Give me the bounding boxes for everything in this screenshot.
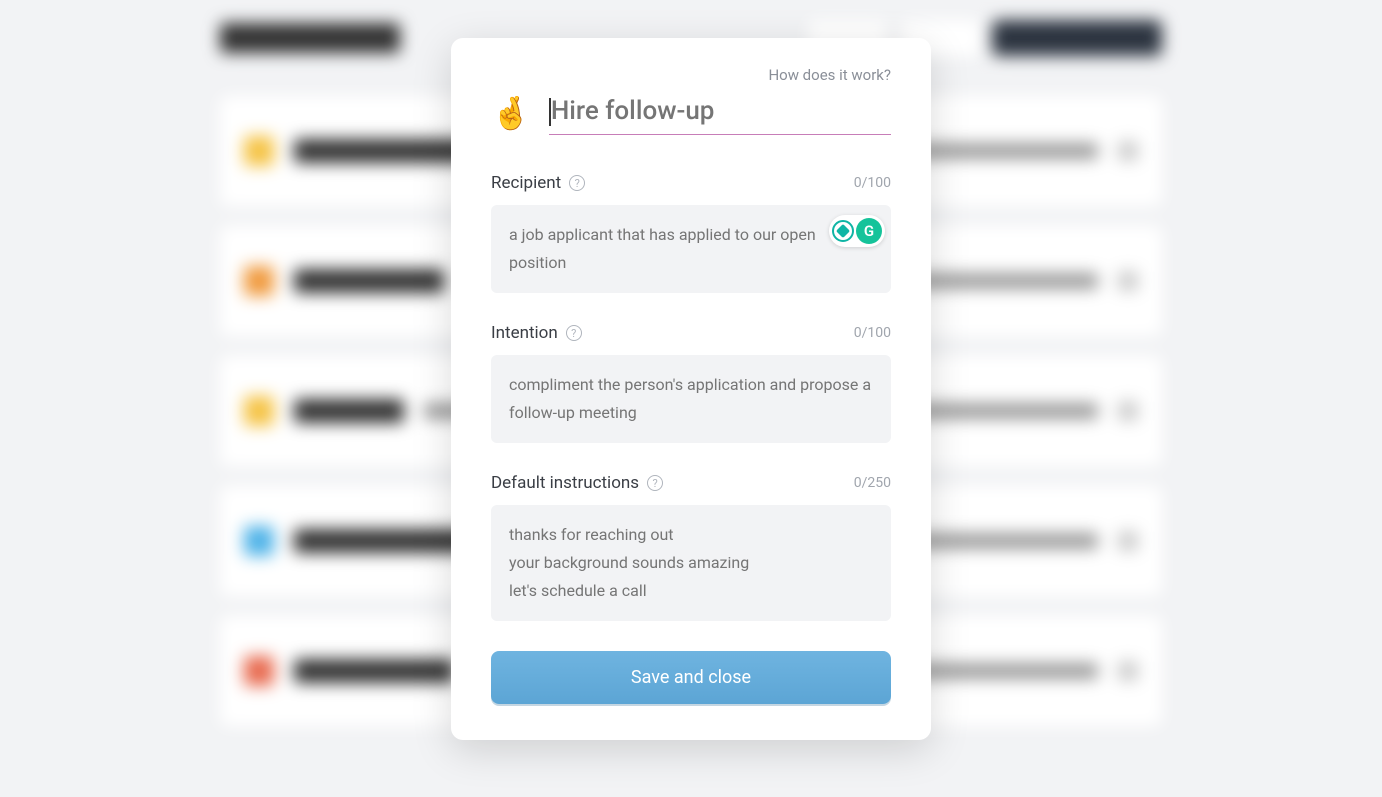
help-icon[interactable]: ? xyxy=(566,325,582,341)
instructions-char-count: 0/250 xyxy=(854,475,891,491)
recipient-label: Recipient xyxy=(491,173,561,193)
title-row: 🤞 xyxy=(491,94,891,135)
intention-char-count: 0/100 xyxy=(854,325,891,341)
instructions-label: Default instructions xyxy=(491,473,639,493)
help-icon[interactable]: ? xyxy=(647,475,663,491)
intention-label: Intention xyxy=(491,323,558,343)
grammarly-icon[interactable]: G xyxy=(856,218,882,244)
intention-input[interactable] xyxy=(491,355,891,443)
save-and-close-button[interactable]: Save and close xyxy=(491,651,891,704)
text-cursor xyxy=(549,98,551,126)
intention-field-group: Intention ? 0/100 xyxy=(491,323,891,447)
recipient-char-count: 0/100 xyxy=(854,175,891,191)
template-title-input[interactable] xyxy=(549,94,891,135)
instructions-field-group: Default instructions ? 0/250 xyxy=(491,473,891,625)
how-does-it-work-link[interactable]: How does it work? xyxy=(491,66,891,84)
instructions-input[interactable] xyxy=(491,505,891,621)
grammarly-widget[interactable]: G xyxy=(829,215,885,247)
emoji-picker[interactable]: 🤞 xyxy=(491,97,531,129)
recipient-input[interactable] xyxy=(491,205,891,293)
recipient-field-group: Recipient ? 0/100 G xyxy=(491,173,891,297)
grammarly-suggestion-icon[interactable] xyxy=(832,220,854,242)
template-editor-modal: How does it work? 🤞 Recipient ? 0/100 G … xyxy=(451,38,931,740)
help-icon[interactable]: ? xyxy=(569,175,585,191)
